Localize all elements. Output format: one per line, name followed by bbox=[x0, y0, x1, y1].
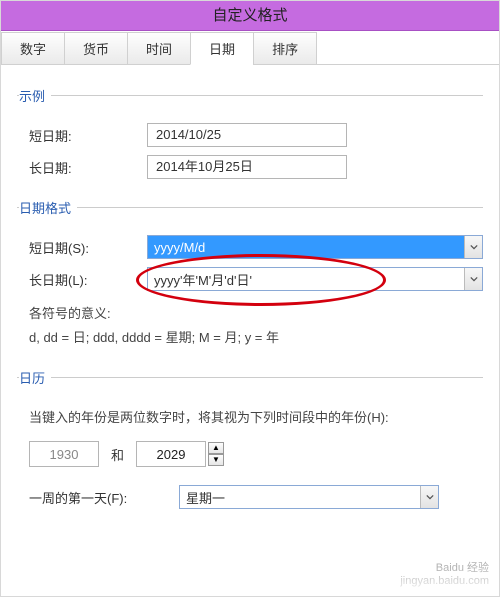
watermark-brand: Baidu 经验 bbox=[400, 562, 489, 575]
value-short-date-example: 2014/10/25 bbox=[147, 123, 347, 147]
watermark-url: jingyan.baidu.com bbox=[400, 575, 489, 588]
chevron-down-icon[interactable] bbox=[464, 236, 482, 258]
input-year-to[interactable] bbox=[136, 441, 206, 467]
label-and: 和 bbox=[111, 445, 124, 464]
label-long-date-format: 长日期(L): bbox=[17, 270, 147, 289]
tab-currency[interactable]: 货币 bbox=[64, 32, 128, 65]
label-long-date-example: 长日期: bbox=[17, 158, 147, 177]
section-calendar: 日历 bbox=[17, 377, 483, 397]
format-hint-body: d, dd = 日; ddd, dddd = 星期; M = 月; y = 年 bbox=[17, 327, 483, 351]
format-hint-title: 各符号的意义: bbox=[17, 299, 483, 327]
input-first-day[interactable] bbox=[179, 485, 439, 509]
combo-first-day[interactable] bbox=[179, 485, 439, 509]
legend-format: 日期格式 bbox=[19, 198, 77, 217]
section-format: 日期格式 bbox=[17, 207, 483, 227]
legend-example: 示例 bbox=[19, 86, 51, 105]
chevron-down-icon[interactable] bbox=[464, 268, 482, 290]
calendar-two-digit-hint: 当键入的年份是两位数字时，将其视为下列时间段中的年份(H): bbox=[17, 403, 483, 431]
spinner-year-to[interactable]: ▲ ▼ bbox=[208, 442, 224, 466]
input-short-date-format[interactable] bbox=[147, 235, 483, 259]
label-short-date-format: 短日期(S): bbox=[17, 238, 147, 257]
tab-number[interactable]: 数字 bbox=[1, 32, 65, 65]
combo-short-date-format[interactable] bbox=[147, 235, 483, 259]
label-short-date-example: 短日期: bbox=[17, 126, 147, 145]
spinner-up-icon[interactable]: ▲ bbox=[208, 442, 224, 454]
tab-time[interactable]: 时间 bbox=[127, 32, 191, 65]
value-long-date-example: 2014年10月25日 bbox=[147, 155, 347, 179]
tab-date[interactable]: 日期 bbox=[190, 32, 254, 65]
tab-sort[interactable]: 排序 bbox=[253, 32, 317, 65]
input-long-date-format[interactable] bbox=[147, 267, 483, 291]
section-example: 示例 bbox=[17, 95, 483, 115]
input-year-from bbox=[29, 441, 99, 467]
legend-calendar: 日历 bbox=[19, 368, 51, 387]
window-title: 自定义格式 bbox=[1, 1, 499, 31]
label-first-day: 一周的第一天(F): bbox=[29, 488, 179, 507]
chevron-down-icon[interactable] bbox=[420, 486, 438, 508]
tab-bar: 数字 货币 时间 日期 排序 bbox=[1, 31, 499, 65]
watermark: Baidu 经验 jingyan.baidu.com bbox=[400, 562, 489, 588]
spinner-down-icon[interactable]: ▼ bbox=[208, 454, 224, 466]
combo-long-date-format[interactable] bbox=[147, 267, 483, 291]
